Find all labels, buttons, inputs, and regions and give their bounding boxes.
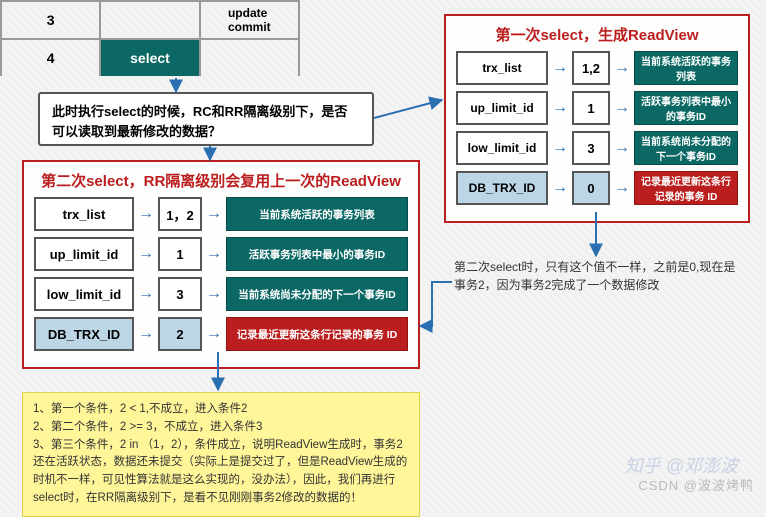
readview-row: up_limit_id→1→活跃事务列表中最小的事务ID [456,91,738,125]
readview-second: 第二次select，RR隔离级别会复用上一次的ReadView trx_list… [22,160,420,369]
rv-field-desc: 当前系统活跃的事务列表 [634,51,738,85]
step-cell: 4 [0,38,99,76]
rv-field-value: 3 [572,131,610,165]
readview-title: 第一次select，生成ReadView [456,24,738,45]
readview-first: 第一次select，生成ReadView trx_list→1,2→当前系统活跃… [444,14,750,223]
rv-field-value: 3 [158,277,202,311]
question-box: 此时执行select的时候，RC和RR隔离级别下，是否可以读取到最新修改的数据？ [38,92,374,146]
readview-row: DB_TRX_ID→0→记录最近更新这条行记录的事务 ID [456,171,738,205]
rv-field-name: low_limit_id [456,131,548,165]
arrow-icon: → [548,139,572,157]
step-cell: update commit [199,0,298,38]
rv-field-desc: 当前系统尚未分配的下一个事务ID [634,131,738,165]
arrow-icon: → [134,325,158,343]
readview-title: 第二次select，RR隔离级别会复用上一次的ReadView [34,170,408,191]
rv-field-value: 1 [158,237,202,271]
conclusion-box: 1、第一个条件，2 < 1,不成立，进入条件2 2、第二个条件，2 >= 3，不… [22,392,420,517]
readview-row: trx_list→1，2→当前系统活跃的事务列表 [34,197,408,231]
rv-field-name: DB_TRX_ID [34,317,134,351]
step-table: 3 update commit 4 select [0,0,300,76]
rv-field-value: 2 [158,317,202,351]
rv-field-name: trx_list [34,197,134,231]
arrow-icon: → [610,139,634,157]
rv-field-desc: 活跃事务列表中最小的事务ID [226,237,408,271]
diff-note: 第二次select时，只有这个值不一样，之前是0,现在是事务2，因为事务2完成了… [454,258,744,294]
rv-field-name: up_limit_id [34,237,134,271]
rv-field-value: 1 [572,91,610,125]
rv-field-value: 0 [572,171,610,205]
readview-row: low_limit_id→3→当前系统尚未分配的下一个事务ID [456,131,738,165]
rv-field-name: DB_TRX_ID [456,171,548,205]
question-text: 此时执行select的时候，RC和RR隔离级别下，是否可以读取到最新修改的数据？ [52,104,347,139]
rv-field-desc: 记录最近更新这条行记录的事务 ID [226,317,408,351]
arrow-icon: → [610,59,634,77]
rv-field-desc: 当前系统活跃的事务列表 [226,197,408,231]
step-cell [199,38,298,76]
arrow-icon: → [202,205,226,223]
arrow-icon: → [134,285,158,303]
rv-field-name: trx_list [456,51,548,85]
conclusion-text: 1、第一个条件，2 < 1,不成立，进入条件2 2、第二个条件，2 >= 3，不… [33,403,407,504]
watermark-csdn: CSDN @波波烤鸭 [638,475,754,494]
step-cell: 3 [0,0,99,38]
rv-field-name: up_limit_id [456,91,548,125]
arrow-icon: → [134,205,158,223]
readview-row: DB_TRX_ID→2→记录最近更新这条行记录的事务 ID [34,317,408,351]
arrow-icon: → [202,285,226,303]
arrow-icon: → [548,59,572,77]
rv-field-name: low_limit_id [34,277,134,311]
arrow-icon: → [548,99,572,117]
arrow-icon: → [202,325,226,343]
rv-field-desc: 当前系统尚未分配的下一个事务ID [226,277,408,311]
readview-row: low_limit_id→3→当前系统尚未分配的下一个事务ID [34,277,408,311]
arrow-icon: → [610,99,634,117]
arrow-icon: → [548,179,572,197]
rv-field-value: 1,2 [572,51,610,85]
rv-field-desc: 活跃事务列表中最小的事务ID [634,91,738,125]
rv-field-value: 1，2 [158,197,202,231]
step-cell-highlight: select [99,38,198,76]
step-cell [99,0,198,38]
rv-field-desc: 记录最近更新这条行记录的事务 ID [634,171,738,205]
arrow-icon: → [610,179,634,197]
readview-row: trx_list→1,2→当前系统活跃的事务列表 [456,51,738,85]
arrow-icon: → [134,245,158,263]
arrow-icon: → [202,245,226,263]
readview-row: up_limit_id→1→活跃事务列表中最小的事务ID [34,237,408,271]
